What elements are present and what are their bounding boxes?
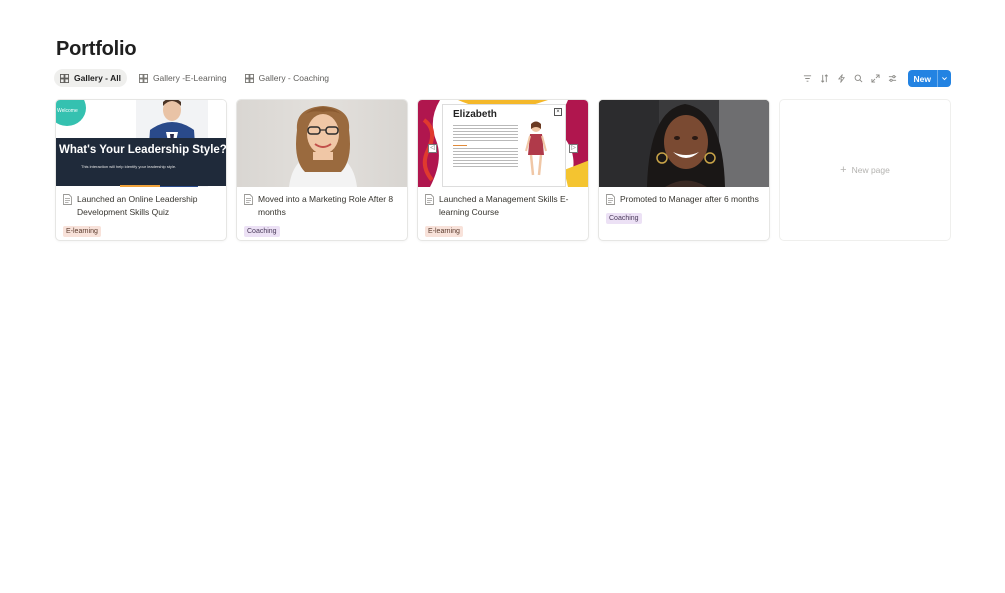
card-body: Promoted to Manager after 6 months Coach… — [599, 187, 769, 225]
new-button[interactable]: New — [907, 70, 937, 87]
card-title: Moved into a Marketing Role After 8 mont… — [258, 194, 394, 217]
page-icon — [606, 194, 615, 205]
search-button[interactable] — [853, 72, 864, 86]
woman-with-glasses-image — [289, 106, 357, 187]
card-title: Launched a Management Skills E-learning … — [439, 194, 569, 217]
gallery-grid-icon — [60, 73, 69, 83]
filter-icon — [803, 75, 811, 82]
tab-gallery-elearning[interactable]: Gallery -E-Learning — [133, 69, 233, 87]
expand-button[interactable] — [870, 72, 881, 86]
card-title-row: Moved into a Marketing Role After 8 mont… — [244, 193, 400, 219]
card-cover-image: Elizabeth × ◁ ▷ — [418, 100, 588, 187]
card-body: Moved into a Marketing Role After 8 mont… — [237, 187, 407, 238]
slide-title: Elizabeth — [453, 109, 497, 120]
page-title: Portfolio — [56, 38, 137, 60]
card-title-row: Launched an Online Leadership Developmen… — [63, 193, 219, 219]
cover-accent-line — [120, 185, 160, 187]
card-cover-image: What's Your Leadership Style? This inter… — [56, 100, 226, 187]
sort-icon — [820, 74, 828, 83]
sort-button[interactable] — [819, 72, 830, 86]
new-page-card[interactable]: + New page — [779, 99, 951, 241]
plus-icon: + — [840, 164, 847, 176]
gallery-card[interactable]: Elizabeth × ◁ ▷ Launched a Management Sk… — [417, 99, 589, 241]
character-illustration — [525, 121, 547, 176]
view-settings-button[interactable] — [887, 72, 898, 86]
automation-button[interactable] — [836, 72, 847, 86]
card-title: Promoted to Manager after 6 months — [620, 194, 759, 204]
course-slide-preview: Elizabeth × — [442, 104, 566, 187]
gallery-view: What's Your Leadership Style? This inter… — [55, 99, 951, 241]
tab-label: Gallery - Coaching — [258, 73, 330, 83]
database-toolbar: New — [802, 70, 951, 87]
gallery-grid-icon — [244, 73, 254, 83]
page-icon — [244, 194, 253, 205]
card-title-row: Launched a Management Skills E-learning … — [425, 193, 581, 219]
next-slide-arrow: ▷ — [569, 144, 578, 153]
settings-sliders-icon — [888, 75, 896, 82]
card-title-row: Promoted to Manager after 6 months — [606, 193, 762, 206]
filter-button[interactable] — [802, 72, 813, 86]
new-page-label: New page — [851, 165, 890, 175]
tab-label: Gallery -E-Learning — [152, 73, 227, 83]
lightning-icon — [837, 74, 845, 83]
expand-icon — [870, 74, 880, 83]
smiling-woman-image — [599, 100, 769, 187]
gallery-card[interactable]: What's Your Leadership Style? This inter… — [55, 99, 227, 241]
card-cover-image — [237, 100, 407, 187]
tag-badge: Coaching — [244, 226, 280, 237]
gallery-grid-icon — [138, 73, 148, 83]
page-icon — [425, 194, 434, 205]
cover-subtitle: This interaction will help identify your… — [81, 164, 177, 169]
gallery-card[interactable]: Promoted to Manager after 6 months Coach… — [598, 99, 770, 241]
close-icon: × — [554, 108, 562, 116]
chevron-down-icon — [942, 77, 947, 81]
gallery-card[interactable]: Moved into a Marketing Role After 8 mont… — [236, 99, 408, 241]
slide-text-lines — [453, 125, 518, 169]
card-cover-image — [599, 100, 769, 187]
tab-label: Gallery - All — [74, 73, 121, 83]
new-button-group: New — [907, 70, 951, 87]
cover-headline: What's Your Leadership Style? — [59, 144, 226, 156]
prev-slide-arrow: ◁ — [428, 144, 437, 153]
search-icon — [854, 74, 862, 83]
welcome-badge-text: Welcome — [57, 108, 78, 114]
new-dropdown-button[interactable] — [937, 70, 951, 87]
card-body: Launched an Online Leadership Developmen… — [56, 187, 226, 238]
tag-badge: E-learning — [63, 226, 101, 237]
card-title: Launched an Online Leadership Developmen… — [77, 194, 198, 217]
tab-gallery-coaching[interactable]: Gallery - Coaching — [239, 69, 335, 87]
page-icon — [63, 194, 72, 205]
tag-badge: E-learning — [425, 226, 463, 237]
view-tabs: Gallery - All Gallery -E-Learning Galler… — [54, 69, 335, 87]
tag-badge: Coaching — [606, 213, 642, 224]
tab-gallery-all[interactable]: Gallery - All — [54, 69, 127, 87]
card-body: Launched a Management Skills E-learning … — [418, 187, 588, 238]
